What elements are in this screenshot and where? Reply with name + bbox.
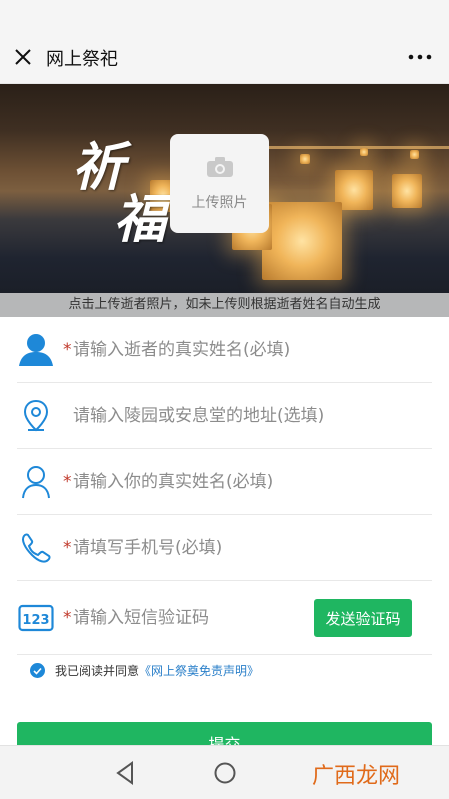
lantern	[410, 150, 419, 159]
required-mark: *	[63, 607, 72, 628]
camera-icon	[206, 156, 234, 182]
back-triangle-icon[interactable]	[112, 760, 138, 786]
lantern	[262, 202, 342, 280]
user-name-row: *	[17, 449, 432, 515]
top-bar: 网上祭祀	[0, 0, 449, 84]
cemetery-address-input[interactable]	[73, 405, 333, 426]
calligraphy-char: 祈	[72, 137, 125, 198]
deceased-name-row: *	[17, 317, 432, 383]
lantern	[300, 154, 310, 164]
disclaimer-link[interactable]: 《网上祭奠免责声明》	[139, 662, 259, 679]
close-icon[interactable]	[10, 44, 36, 70]
required-mark: *	[63, 537, 72, 558]
calligraphy-text: 祈 福	[72, 142, 172, 252]
lantern	[392, 174, 422, 208]
sms-code-input[interactable]	[73, 607, 273, 628]
person-icon	[17, 331, 55, 369]
memorial-banner: 祈 福 上传照片 点击上传逝者照片，如未上传则根据逝者姓名自动生成	[0, 84, 449, 317]
cemetery-address-row	[17, 383, 432, 449]
agreement: 我已阅读并同意 《网上祭奠免责声明》	[30, 662, 259, 679]
location-pin-icon	[17, 397, 55, 435]
phone-input[interactable]	[73, 537, 333, 558]
required-mark: *	[63, 339, 72, 360]
upload-photo-label: 上传照片	[191, 194, 248, 211]
user-outline-icon	[17, 463, 55, 501]
memorial-form: * * *	[17, 317, 432, 655]
sms-code-row: 123 * 发送验证码	[17, 581, 432, 655]
calligraphy-char: 福	[114, 189, 167, 250]
phone-icon	[17, 529, 55, 567]
user-name-input[interactable]	[73, 471, 333, 492]
required-mark: *	[63, 471, 72, 492]
lantern	[360, 148, 368, 156]
send-code-button[interactable]: 发送验证码	[314, 599, 412, 637]
agreement-text: 我已阅读并同意	[55, 664, 140, 678]
checkbox-checked-icon[interactable]	[30, 663, 45, 678]
system-nav-bar: 广西龙网	[0, 745, 449, 799]
phone-row: *	[17, 515, 432, 581]
more-icon[interactable]	[405, 44, 435, 70]
numeric-code-icon: 123	[17, 599, 55, 637]
watermark-logo: 广西龙网	[312, 764, 401, 789]
home-circle-icon[interactable]	[212, 760, 238, 786]
upload-photo-button[interactable]: 上传照片	[170, 134, 269, 233]
svg-text:123: 123	[22, 613, 49, 628]
deceased-name-input[interactable]	[73, 339, 333, 360]
upload-hint: 点击上传逝者照片，如未上传则根据逝者姓名自动生成	[0, 293, 449, 317]
page-title: 网上祭祀	[46, 49, 118, 70]
